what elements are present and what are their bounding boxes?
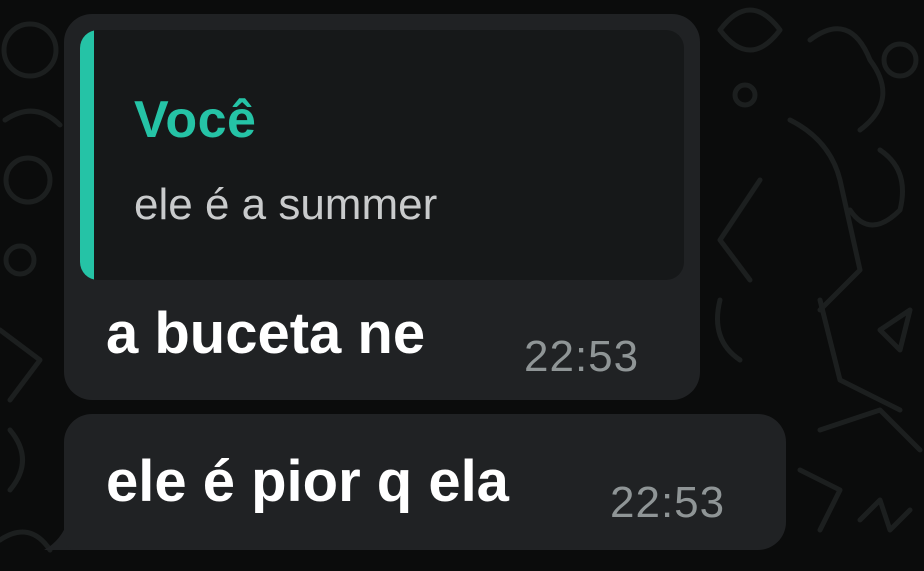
quoted-reply[interactable]: Você ele é a summer — [80, 30, 684, 280]
quote-accent-bar — [80, 30, 94, 280]
message-timestamp: 22:53 — [610, 478, 726, 527]
message-bubble-received[interactable]: ele é pior q ela 22:53 — [64, 414, 786, 550]
message-bubble-received[interactable]: Você ele é a summer a buceta ne 22:53 — [64, 14, 700, 400]
message-text: ele é pior q ela — [106, 449, 509, 514]
quote-text: ele é a summer — [134, 180, 438, 229]
message-text: a buceta ne — [106, 301, 426, 366]
chat-area: Você ele é a summer a buceta ne 22:53 el… — [0, 0, 924, 571]
message-timestamp: 22:53 — [524, 332, 640, 381]
quote-author: Você — [134, 91, 257, 149]
